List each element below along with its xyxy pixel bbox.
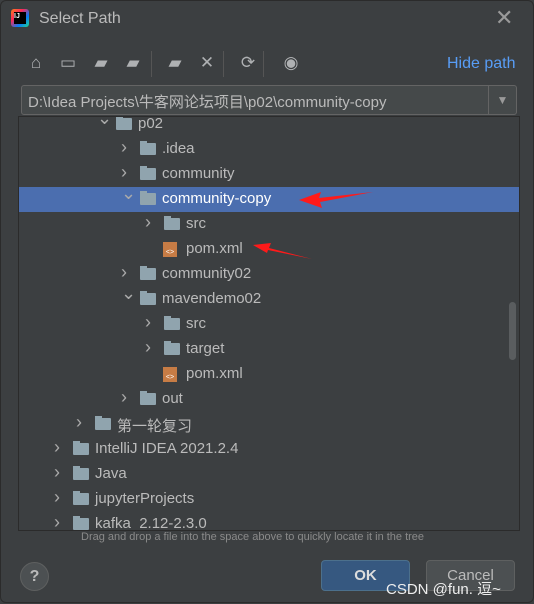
annotation-arrow-2 <box>253 243 312 259</box>
annotation-arrows <box>253 192 373 259</box>
annotation-arrow-1 <box>299 192 373 208</box>
select-path-dialog: IJ Select Path ✕ ⌂ ▭ ▰ ▰ ▰ ✕ ⟳ ◉ Hide pa… <box>0 0 534 603</box>
